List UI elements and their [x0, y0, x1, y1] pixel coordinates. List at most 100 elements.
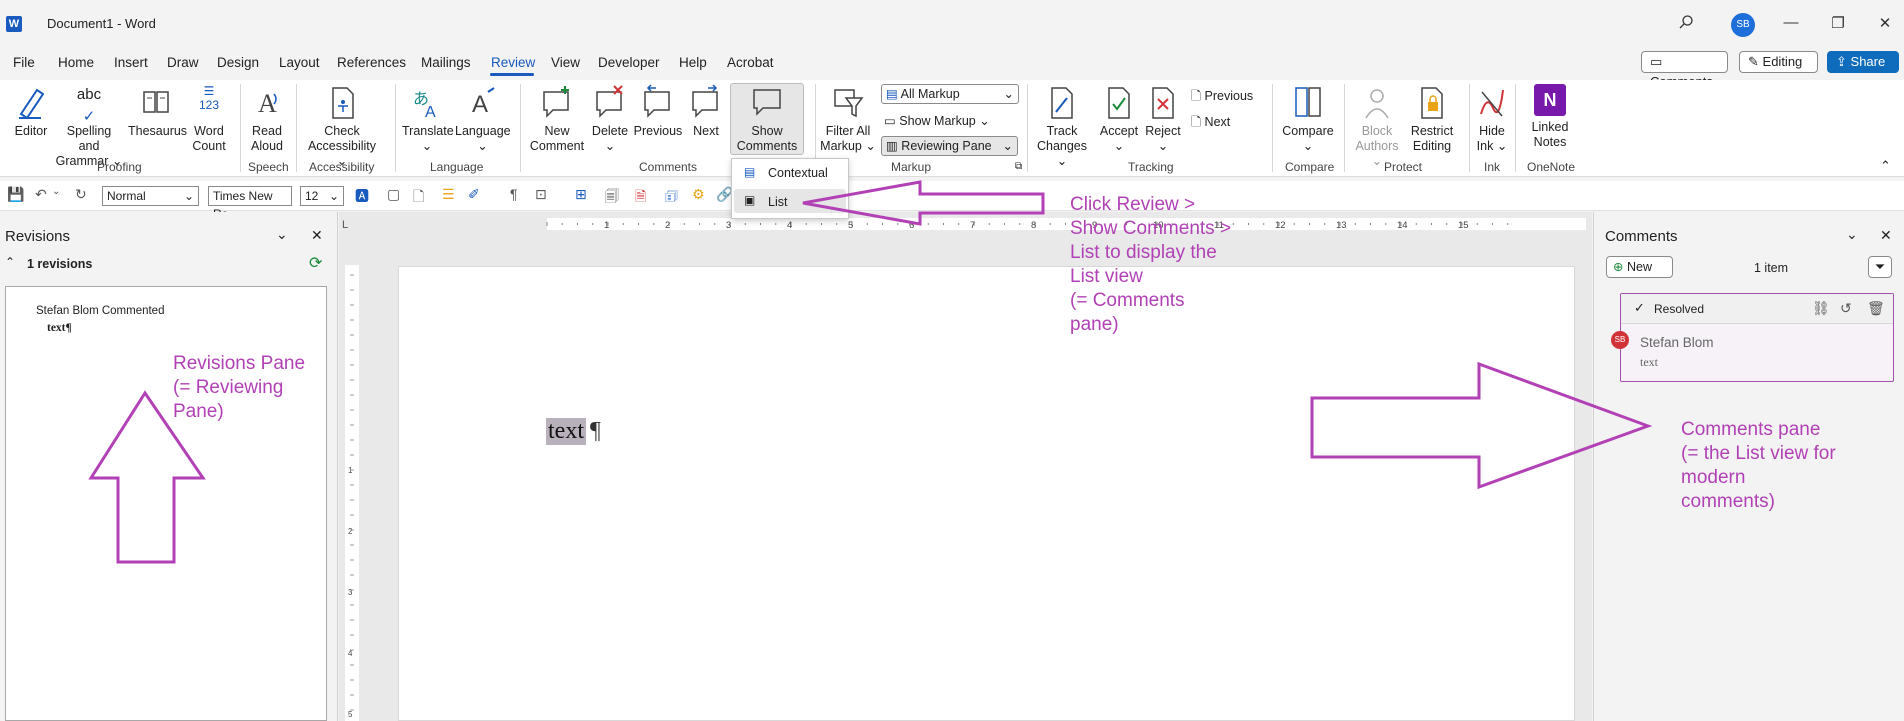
- link-icon[interactable]: ⛓: [1812, 300, 1830, 317]
- chevron-down-icon[interactable]: ⌄: [1846, 226, 1858, 243]
- list-option[interactable]: List: [768, 195, 787, 209]
- pilcrow-icon[interactable]: ¶: [510, 186, 518, 202]
- search-icon[interactable]: [1678, 14, 1694, 35]
- lock-icon: [1421, 87, 1443, 119]
- tab-acrobat[interactable]: Acrobat: [727, 55, 774, 70]
- user-avatar[interactable]: SB: [1731, 13, 1755, 37]
- markup-dialog-launcher-icon[interactable]: ⧉: [1015, 161, 1022, 172]
- minimize-button[interactable]: —: [1781, 14, 1801, 31]
- read-aloud-button[interactable]: A Read Aloud: [246, 84, 288, 154]
- share-button[interactable]: ⇪ Share: [1827, 51, 1899, 73]
- accept-button[interactable]: Accept ⌄: [1098, 84, 1140, 154]
- tab-mailings[interactable]: Mailings: [421, 55, 471, 70]
- close-pane-icon[interactable]: ✕: [311, 227, 323, 244]
- previous-change-button[interactable]: 🗋 Previous: [1191, 87, 1253, 108]
- refresh-icon[interactable]: ⟳: [309, 253, 322, 273]
- text-box-icon[interactable]: 🅰: [355, 186, 369, 206]
- display-for-review-select[interactable]: ▤ All Markup ⌄: [881, 84, 1019, 104]
- block-authors-button[interactable]: Block Authors ⌄: [1350, 84, 1404, 169]
- reopen-icon[interactable]: ↺: [1840, 300, 1852, 317]
- contextual-option[interactable]: Contextual: [768, 166, 828, 180]
- tab-design[interactable]: Design: [217, 55, 259, 70]
- revision-text[interactable]: text¶: [47, 322, 72, 334]
- tab-help[interactable]: Help: [679, 55, 707, 70]
- accept-icon: [1108, 87, 1130, 119]
- thesaurus-button[interactable]: Thesaurus: [128, 84, 187, 139]
- editor-label: Editor: [14, 124, 48, 138]
- delete-icon[interactable]: 🗑: [1867, 300, 1885, 317]
- reviewing-pane-button[interactable]: ▥ Reviewing Pane ⌄: [881, 136, 1018, 156]
- page-icon[interactable]: ▢: [387, 186, 400, 203]
- vertical-ruler[interactable]: 12345: [345, 265, 359, 721]
- previous-comment-icon: [644, 84, 670, 118]
- field-icon[interactable]: 🗐: [605, 186, 619, 210]
- show-comments-button[interactable]: Show Comments ⌄: [732, 84, 802, 169]
- hide-ink-button[interactable]: Hide Ink ⌄: [1474, 84, 1510, 154]
- hide-ink-label: Hide Ink: [1476, 124, 1505, 153]
- word-count-icon: ☰ 123: [198, 84, 220, 112]
- show-markup-button[interactable]: ▭ Show Markup ⌄: [884, 113, 990, 128]
- tab-insert[interactable]: Insert: [114, 55, 148, 70]
- revision-author[interactable]: Stefan Blom Commented: [36, 305, 164, 317]
- redo-icon[interactable]: ↻: [75, 186, 87, 203]
- language-button[interactable]: A Language ⌄: [455, 84, 511, 154]
- tab-file[interactable]: File: [13, 55, 35, 70]
- linked-notes-button[interactable]: N Linked Notes: [1522, 84, 1578, 150]
- check-accessibility-button[interactable]: Check Accessibility ⌄: [302, 84, 382, 169]
- new-comment-pane-button[interactable]: ⊕ New: [1606, 256, 1673, 278]
- font-size-select[interactable]: 12 ⌄: [300, 186, 344, 206]
- document-icon[interactable]: 🗋: [413, 186, 424, 210]
- macro-icon[interactable]: ⚙: [692, 186, 705, 203]
- tab-layout[interactable]: Layout: [279, 55, 320, 70]
- compare-icon: [1295, 87, 1321, 117]
- close-pane-icon[interactable]: ✕: [1880, 227, 1892, 244]
- collapse-chevron-icon[interactable]: ⌃: [5, 255, 15, 269]
- restrict-editing-button[interactable]: Restrict Editing: [1405, 84, 1459, 154]
- style-select[interactable]: Normal ⌄: [102, 186, 199, 206]
- save-icon[interactable]: 💾: [7, 186, 24, 203]
- translate-button[interactable]: あA Translate ⌄: [402, 84, 454, 154]
- comment-body: text: [1640, 355, 1658, 369]
- previous-comment-button[interactable]: Previous: [633, 84, 683, 139]
- frame-icon[interactable]: ⊡: [535, 186, 547, 203]
- word-app-icon: W: [6, 16, 22, 32]
- group-label-compare: Compare: [1285, 160, 1335, 174]
- compare-button[interactable]: Compare ⌄: [1280, 84, 1336, 154]
- undo-icon[interactable]: ↶: [35, 186, 47, 203]
- document-page[interactable]: [398, 266, 1575, 721]
- check-doc-icon[interactable]: 🗎: [635, 186, 646, 210]
- next-change-button[interactable]: 🗋 Next: [1191, 113, 1230, 134]
- editor-button[interactable]: Editor: [10, 84, 52, 139]
- close-window-button[interactable]: ✕: [1875, 14, 1895, 32]
- ruler-number: 1: [604, 220, 609, 231]
- next-comment-button[interactable]: Next: [687, 84, 725, 139]
- collapse-ribbon-icon[interactable]: ⌃: [1880, 158, 1891, 174]
- tab-home[interactable]: Home: [58, 55, 94, 70]
- previous-change-label: Previous: [1204, 89, 1254, 103]
- delete-comment-button[interactable]: Delete ⌄: [590, 84, 630, 154]
- restore-button[interactable]: ❐: [1828, 14, 1848, 32]
- new-comment-button[interactable]: New Comment: [527, 84, 587, 154]
- document-text[interactable]: text: [546, 418, 586, 445]
- table-icon[interactable]: ⊞: [575, 186, 587, 203]
- tab-developer[interactable]: Developer: [598, 55, 660, 70]
- tab-view[interactable]: View: [551, 55, 580, 70]
- chevron-down-icon[interactable]: ⌄: [276, 226, 288, 243]
- tab-draw[interactable]: Draw: [167, 55, 199, 70]
- reject-button[interactable]: Reject ⌄: [1143, 84, 1183, 154]
- font-select[interactable]: Times New Ro⌄: [208, 186, 292, 221]
- horizontal-ruler[interactable]: L 1 2 3 4 5 6 7 8 9 10 11 12 13 14 15: [340, 216, 1586, 232]
- format-painter-icon[interactable]: ✐: [468, 186, 480, 203]
- chevron-down-icon[interactable]: ⌄: [52, 186, 60, 197]
- editing-mode-button[interactable]: ✎ Editing ⌄: [1739, 51, 1818, 89]
- filter-all-markup-button[interactable]: Filter All Markup ⌄: [820, 84, 876, 154]
- filter-icon[interactable]: ⏷: [1868, 256, 1892, 278]
- tab-review[interactable]: Review: [491, 55, 535, 70]
- tab-references[interactable]: References: [337, 55, 406, 70]
- list-icon[interactable]: ☰: [442, 186, 455, 203]
- spelling-grammar-button[interactable]: abc ✓ Spelling and Grammar ⌄: [55, 84, 123, 169]
- comments-button[interactable]: ▭ Comments: [1641, 51, 1728, 89]
- word-count-button[interactable]: ☰ 123 Word Count: [189, 84, 229, 154]
- insert-icon[interactable]: 🗊: [665, 186, 678, 210]
- track-changes-button[interactable]: Track Changes ⌄: [1032, 84, 1092, 169]
